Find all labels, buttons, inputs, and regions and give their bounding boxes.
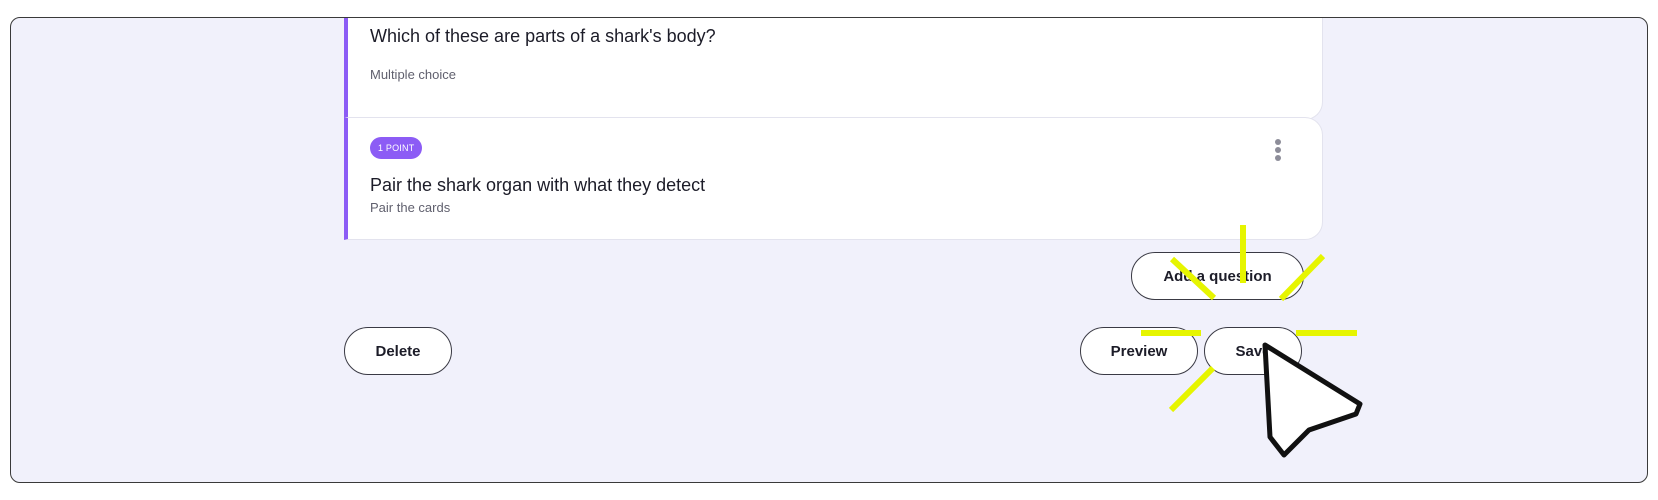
points-badge: 1 POINT [370, 137, 423, 159]
question-title: Pair the shark organ with what they dete… [370, 175, 706, 195]
question-type: Multiple choice [370, 67, 456, 82]
kebab-menu-icon[interactable] [1272, 138, 1284, 164]
preview-button[interactable]: Preview [1080, 327, 1198, 375]
quiz-editor-panel: Which of these are parts of a shark's bo… [10, 17, 1648, 483]
question-title: Which of these are parts of a shark's bo… [370, 26, 716, 46]
question-type: Pair the cards [370, 200, 451, 215]
delete-button[interactable]: Delete [344, 327, 452, 375]
save-button[interactable]: Save [1204, 327, 1302, 375]
question-card[interactable]: Which of these are parts of a shark's bo… [344, 18, 1323, 120]
add-question-button[interactable]: Add a question [1131, 252, 1304, 300]
question-card[interactable]: 1 POINT Pair the shark organ with what t… [344, 117, 1323, 240]
